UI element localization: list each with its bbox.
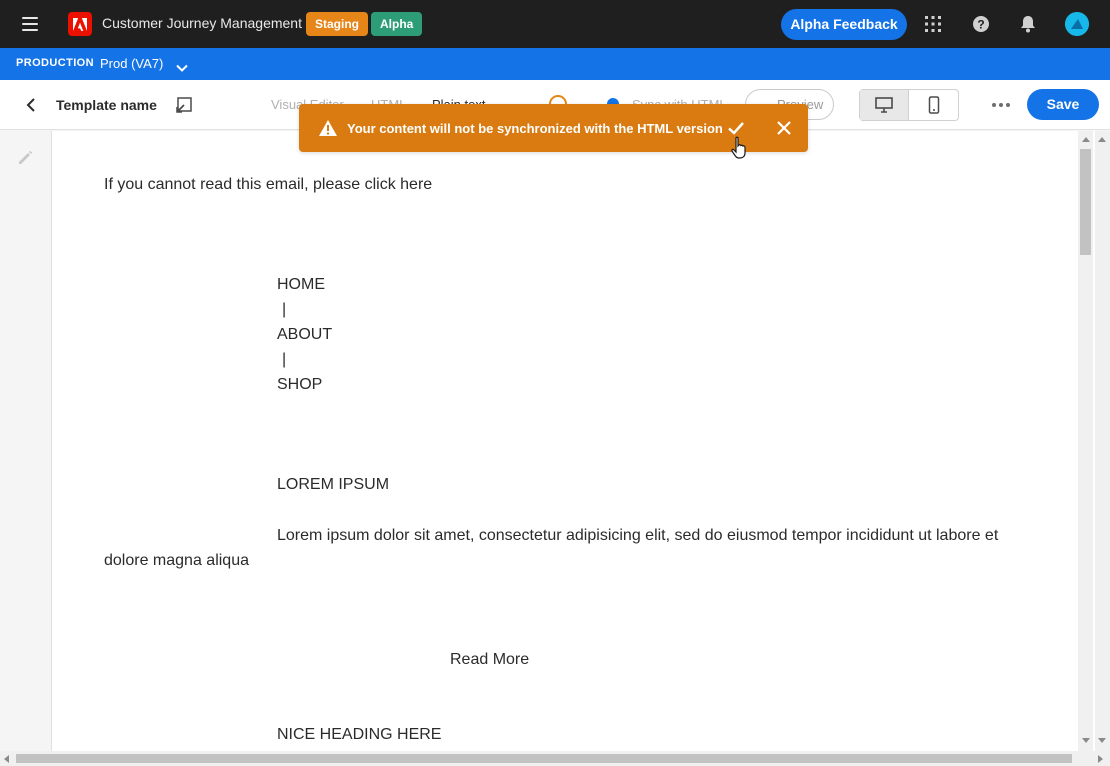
- nav-separator: |: [282, 351, 287, 368]
- intro-line: If you cannot read this email, please cl…: [104, 176, 433, 193]
- nav-separator: |: [282, 301, 287, 318]
- hamburger-menu-icon[interactable]: [22, 17, 38, 31]
- desktop-view-button[interactable]: [860, 90, 910, 120]
- more-options-icon[interactable]: [990, 95, 1012, 115]
- chevron-down-icon[interactable]: [176, 59, 188, 77]
- left-rail: [0, 131, 50, 751]
- org-bar: PRODUCTION Prod (VA7): [0, 48, 1110, 80]
- section-heading: LOREM IPSUM: [277, 476, 390, 493]
- horizontal-scrollbar[interactable]: [0, 751, 1110, 766]
- toast-message: Your content will not be synchronized wi…: [347, 121, 723, 136]
- nav-shop: SHOP: [277, 376, 323, 393]
- scroll-down-arrow[interactable]: [1082, 738, 1090, 743]
- page-scroll-down-arrow[interactable]: [1098, 738, 1106, 743]
- avatar[interactable]: [1065, 12, 1089, 36]
- svg-text:?: ?: [977, 18, 984, 32]
- bell-icon[interactable]: [1018, 14, 1038, 34]
- alpha-feedback-button[interactable]: Alpha Feedback: [781, 9, 907, 40]
- help-icon[interactable]: ?: [971, 14, 991, 34]
- staging-badge: Staging: [306, 12, 368, 36]
- desktop-icon: [875, 97, 893, 113]
- scroll-up-arrow[interactable]: [1082, 137, 1090, 142]
- scroll-right-arrow[interactable]: [1098, 755, 1103, 763]
- nav-about: ABOUT: [277, 326, 333, 343]
- read-more: Read More: [450, 651, 530, 668]
- shell-bar: Customer Journey Management Staging Alph…: [0, 0, 1110, 48]
- page-scroll-up-arrow[interactable]: [1098, 137, 1106, 142]
- sync-warning-toast: Your content will not be synchronized wi…: [299, 104, 808, 152]
- scroll-track[interactable]: [1078, 131, 1093, 751]
- apps-grid-icon[interactable]: [923, 14, 943, 34]
- alpha-badge: Alpha: [371, 12, 423, 36]
- paragraph-text: Lorem ipsum dolor sit amet, consectetur …: [104, 527, 999, 569]
- save-button[interactable]: Save: [1027, 89, 1099, 120]
- template-name: Template name: [56, 97, 157, 113]
- adobe-logo-icon[interactable]: [68, 12, 92, 36]
- environment-label: PRODUCTION: [16, 57, 94, 69]
- sandbox-switcher[interactable]: Prod (VA7): [100, 56, 163, 71]
- app-title: Customer Journey Management: [102, 15, 302, 31]
- close-icon[interactable]: [774, 118, 794, 138]
- mobile-view-button[interactable]: [909, 90, 958, 120]
- section-heading-2: NICE HEADING HERE: [277, 726, 442, 743]
- pencil-icon[interactable]: [16, 149, 34, 167]
- mobile-icon: [928, 96, 939, 114]
- horizontal-scroll-thumb[interactable]: [16, 754, 1072, 763]
- page-scrollbar[interactable]: [1095, 131, 1110, 751]
- scroll-left-arrow[interactable]: [4, 755, 9, 763]
- plain-text-canvas[interactable]: If you cannot read this email, please cl…: [51, 131, 1076, 751]
- scroll-thumb[interactable]: [1080, 149, 1091, 255]
- edit-name-icon[interactable]: [175, 96, 193, 114]
- nav-home: HOME: [277, 276, 325, 293]
- section-paragraph: Lorem ipsum dolor sit amet, consectetur …: [104, 523, 1024, 573]
- chevron-left-icon[interactable]: [22, 96, 40, 114]
- device-toggle: [859, 89, 959, 121]
- warning-icon: [318, 119, 338, 137]
- checkmark-icon[interactable]: [726, 118, 746, 138]
